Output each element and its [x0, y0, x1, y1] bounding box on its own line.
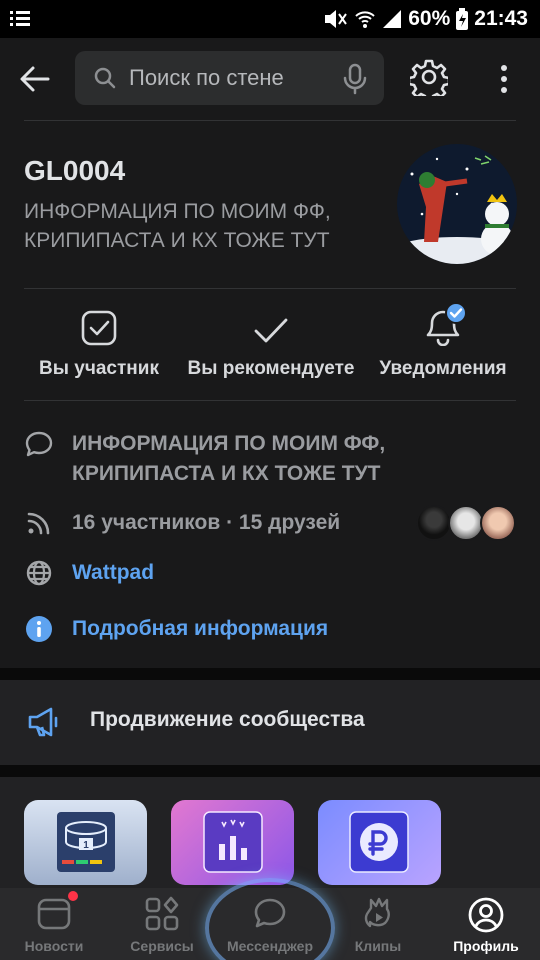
- notifications-label: Уведомления: [379, 358, 507, 379]
- tab-label: Сервисы: [130, 938, 194, 954]
- tile-stats[interactable]: [171, 800, 294, 885]
- check-icon: [254, 318, 288, 343]
- settings-gear-icon[interactable]: [410, 58, 448, 96]
- profile-icon: [468, 897, 504, 933]
- signal-icon: [383, 10, 402, 28]
- stats-icon: [203, 811, 263, 873]
- details-link[interactable]: Подробная информация: [72, 614, 328, 644]
- tab-label: Профиль: [453, 938, 519, 954]
- promote-community-row[interactable]: Продвижение сообщества: [0, 680, 540, 765]
- divider: [24, 400, 516, 401]
- notifications-button[interactable]: Уведомления: [375, 290, 511, 380]
- battery-percent: 60%: [408, 7, 451, 30]
- status-bar: 60% 21:43: [0, 0, 540, 38]
- members-text: 16 участников · 15 друзей: [72, 511, 341, 534]
- website-row[interactable]: Wattpad: [24, 558, 154, 588]
- list-icon: [10, 11, 30, 26]
- recommend-button[interactable]: Вы рекомендуете: [184, 290, 358, 380]
- clock: 21:43: [474, 7, 528, 30]
- avatar: [480, 505, 516, 541]
- members-row[interactable]: 16 участников · 15 друзей: [24, 508, 340, 538]
- description-text: ИНФОРМАЦИЯ ПО МОИМ ФФ, КРИПИПАСТА И КХ Т…: [72, 432, 386, 485]
- avatar-drawing: [397, 144, 517, 264]
- tab-label: Мессенджер: [226, 938, 314, 954]
- description-row: ИНФОРМАЦИЯ ПО МОИМ ФФ, КРИПИПАСТА И КХ Т…: [24, 429, 424, 489]
- globe-icon: [26, 560, 52, 586]
- details-row[interactable]: Подробная информация: [24, 614, 328, 644]
- more-options-icon[interactable]: [494, 62, 514, 96]
- mute-icon: [325, 10, 348, 28]
- tab-services[interactable]: Сервисы: [108, 888, 216, 960]
- group-status: ИНФОРМАЦИЯ ПО МОИМ ФФ, КРИПИПАСТА И КХ Т…: [24, 200, 331, 252]
- services-icon: [145, 896, 179, 931]
- back-arrow-icon[interactable]: [18, 62, 52, 96]
- section-divider: [0, 668, 540, 680]
- divider: [24, 288, 516, 289]
- rss-icon: [27, 512, 50, 535]
- divider: [24, 120, 516, 121]
- megaphone-icon: [28, 707, 58, 737]
- search-icon: [94, 67, 116, 89]
- top-bar: Поиск по стене: [0, 38, 540, 120]
- messenger-icon: [254, 898, 286, 928]
- tab-clips[interactable]: Клипы: [324, 888, 432, 960]
- tab-label: Новости: [24, 938, 84, 954]
- tile-stadium[interactable]: 1: [24, 800, 147, 885]
- bell-icon: [426, 302, 467, 346]
- group-name: GL0004: [24, 155, 126, 186]
- tab-messenger[interactable]: Мессенджер: [216, 888, 324, 960]
- search-placeholder: Поиск по стене: [129, 65, 284, 90]
- battery-icon: [456, 8, 469, 30]
- wifi-icon: [355, 11, 375, 28]
- stadium-icon: 1: [57, 812, 115, 872]
- svg-text:1: 1: [83, 840, 89, 851]
- tile-payments[interactable]: [318, 800, 441, 885]
- member-button[interactable]: Вы участник: [35, 290, 163, 380]
- ruble-icon: [349, 811, 409, 873]
- section-divider: [0, 765, 540, 777]
- tab-label: Клипы: [354, 938, 402, 954]
- action-buttons: Вы участник Вы рекомендуете Уведомления: [0, 290, 540, 400]
- avatar: [416, 505, 452, 541]
- info-icon: [26, 616, 52, 642]
- checkbox-icon: [81, 310, 117, 346]
- bottom-tab-bar: Новости Сервисы Мессенджер Клипы Профиль: [0, 878, 540, 960]
- avatar: [448, 505, 484, 541]
- wall-search-field[interactable]: Поиск по стене: [75, 51, 384, 105]
- website-link[interactable]: Wattpad: [72, 558, 154, 588]
- member-label: Вы участник: [39, 358, 159, 379]
- tab-news[interactable]: Новости: [0, 888, 108, 960]
- friends-avatars[interactable]: [416, 505, 516, 541]
- speech-bubble-icon: [25, 431, 53, 457]
- microphone-icon[interactable]: [342, 63, 368, 95]
- tab-profile[interactable]: Профиль: [432, 888, 540, 960]
- news-icon: [37, 898, 71, 930]
- promote-label: Продвижение сообщества: [90, 708, 365, 731]
- group-avatar[interactable]: [397, 144, 517, 264]
- news-badge: [68, 891, 78, 901]
- recommend-label: Вы рекомендуете: [187, 358, 355, 379]
- clips-icon: [364, 897, 390, 928]
